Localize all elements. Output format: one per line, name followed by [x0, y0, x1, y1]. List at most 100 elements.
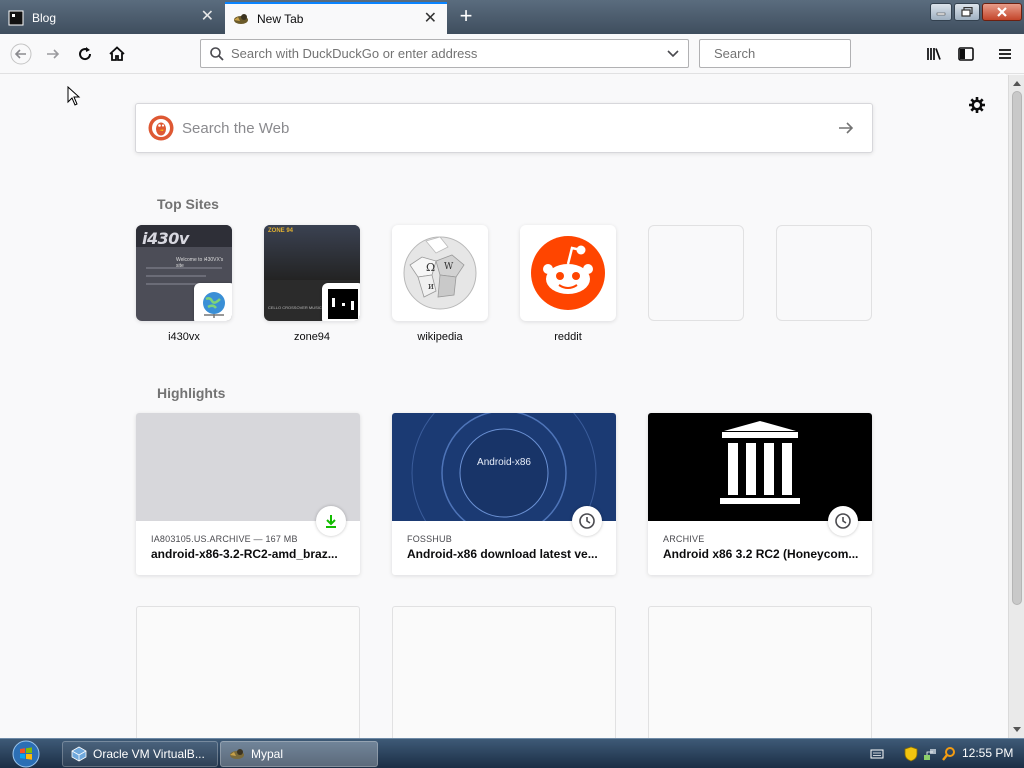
- address-input[interactable]: [225, 40, 666, 67]
- empty-tile: [648, 225, 744, 321]
- highlight-card[interactable]: Android-x86 FOSSHUB Android-x86 download…: [392, 413, 616, 575]
- gear-icon: [969, 97, 985, 113]
- restore-button[interactable]: [954, 3, 980, 21]
- site-thumbnail: [520, 225, 616, 321]
- chevron-down-icon[interactable]: [666, 47, 680, 61]
- download-icon: [316, 506, 346, 536]
- top-site-wikipedia[interactable]: Ω W и wikipedia: [392, 225, 488, 343]
- search-submit-button[interactable]: [836, 118, 856, 138]
- top-site-label: reddit: [554, 331, 582, 343]
- highlight-thumbnail: [136, 413, 360, 521]
- new-tab-page: Top Sites i430v Welcome to i430VX's site…: [0, 75, 1008, 738]
- highlight-source: FOSSHUB: [407, 534, 452, 544]
- taskbar-item-label: Oracle VM VirtualB...: [93, 747, 205, 761]
- customize-settings-button[interactable]: [967, 95, 987, 115]
- top-site-label: wikipedia: [417, 331, 463, 343]
- library-button[interactable]: [919, 39, 949, 69]
- scroll-up-arrow-icon: [1013, 81, 1021, 86]
- minimize-icon: [936, 12, 946, 16]
- home-button[interactable]: [102, 39, 132, 69]
- top-site-label: i430vx: [168, 331, 200, 343]
- archive-building-icon: [720, 421, 800, 504]
- taskbar-item-virtualbox[interactable]: Oracle VM VirtualB...: [62, 741, 218, 767]
- top-site-empty[interactable]: [776, 225, 872, 331]
- web-search-input[interactable]: [174, 119, 836, 137]
- thumbnail-logo-text: i430v: [142, 229, 189, 248]
- clock-icon: [828, 506, 858, 536]
- pong-icon: [322, 283, 360, 321]
- close-tab-icon[interactable]: ✕: [201, 9, 214, 25]
- arrow-right-icon: [839, 122, 854, 134]
- svg-text:W: W: [444, 262, 454, 272]
- back-button[interactable]: [6, 39, 36, 69]
- top-site-zone94[interactable]: ZONE 94 CELLO CROSSOVER MUSIC - W zone94: [264, 225, 360, 343]
- search-input[interactable]: [708, 40, 890, 67]
- keyboard-tray-icon[interactable]: [870, 745, 884, 763]
- scroll-down-arrow-icon: [1013, 727, 1021, 732]
- highlight-thumbnail-text: Android-x86: [477, 457, 531, 468]
- forward-button[interactable]: [38, 39, 68, 69]
- top-site-reddit[interactable]: reddit: [520, 225, 616, 343]
- highlight-title: android-x86-3.2-RC2-amd_braz...: [151, 547, 338, 561]
- close-icon: [997, 7, 1007, 17]
- mouse-cursor-icon: [67, 86, 81, 106]
- tab-new-tab[interactable]: New Tab ✕: [225, 2, 447, 34]
- highlight-card[interactable]: ARCHIVE Android x86 3.2 RC2 (Honeycom...: [648, 413, 872, 575]
- scroll-up-button[interactable]: [1009, 75, 1024, 91]
- navigation-toolbar: [0, 34, 1024, 74]
- wikipedia-globe-icon: Ω W и: [403, 236, 477, 310]
- highlight-source: ARCHIVE: [663, 534, 705, 544]
- highlight-title: Android-x86 download latest ve...: [407, 547, 598, 561]
- empty-tile: [776, 225, 872, 321]
- vertical-scrollbar[interactable]: [1008, 75, 1024, 738]
- tab-blog[interactable]: Blog ✕: [0, 2, 224, 34]
- close-tab-icon[interactable]: ✕: [424, 11, 437, 27]
- top-site-label: zone94: [293, 331, 331, 343]
- reddit-logo-icon: [531, 236, 605, 310]
- back-arrow-icon: [10, 43, 32, 65]
- start-button[interactable]: [6, 740, 46, 768]
- web-search-box[interactable]: [135, 103, 873, 153]
- highlight-title: Android x86 3.2 RC2 (Honeycom...: [663, 547, 859, 561]
- forward-arrow-icon: [47, 49, 60, 59]
- top-site-empty[interactable]: [648, 225, 744, 331]
- site-thumbnail: i430v Welcome to i430VX's site: [136, 225, 232, 321]
- highlight-thumbnail: Android-x86: [392, 413, 616, 521]
- tab-title: Blog: [32, 11, 57, 25]
- security-shield-icon[interactable]: [904, 745, 918, 763]
- svg-text:Ω: Ω: [426, 261, 435, 274]
- search-icon: [210, 46, 224, 61]
- highlight-placeholder: [136, 606, 360, 738]
- new-tab-button[interactable]: +: [452, 4, 480, 30]
- restore-icon: [961, 7, 973, 17]
- taskbar-item-mypal[interactable]: Mypal: [220, 741, 378, 767]
- highlight-placeholder: [392, 606, 616, 738]
- reload-button[interactable]: [70, 39, 100, 69]
- thumbnail-caption: CELLO CROSSOVER MUSIC - W: [268, 305, 330, 310]
- scrollbar-thumb[interactable]: [1012, 91, 1022, 605]
- network-icon[interactable]: [922, 745, 938, 763]
- sidebar-button[interactable]: [951, 39, 981, 69]
- globe-icon: [194, 283, 232, 321]
- duckduckgo-logo-icon: [148, 115, 174, 141]
- sidebar-icon: [958, 47, 974, 61]
- library-icon: [927, 48, 941, 60]
- address-bar[interactable]: [200, 39, 689, 68]
- highlights-heading: Highlights: [157, 385, 226, 401]
- close-window-button[interactable]: [982, 3, 1022, 21]
- taskbar: Oracle VM VirtualB... Mypal 12:55 PM: [0, 738, 1024, 768]
- taskbar-clock[interactable]: 12:55 PM: [962, 746, 1013, 760]
- top-site-i430vx[interactable]: i430v Welcome to i430VX's site i430vx: [136, 225, 232, 343]
- search-bar[interactable]: [699, 39, 890, 68]
- windows-start-icon: [12, 740, 40, 768]
- search-tray-icon[interactable]: [941, 745, 957, 763]
- minimize-button[interactable]: [930, 3, 952, 21]
- hamburger-menu-icon: [999, 49, 1011, 59]
- tab-title: New Tab: [257, 12, 304, 26]
- menu-button[interactable]: [990, 39, 1020, 69]
- highlight-card[interactable]: IA803105.US.ARCHIVE — 167 MB android-x86…: [136, 413, 360, 575]
- site-thumbnail: ZONE 94 CELLO CROSSOVER MUSIC - W: [264, 225, 360, 321]
- taskbar-item-label: Mypal: [251, 747, 284, 761]
- scroll-down-button[interactable]: [1009, 722, 1024, 738]
- site-thumbnail: Ω W и: [392, 225, 488, 321]
